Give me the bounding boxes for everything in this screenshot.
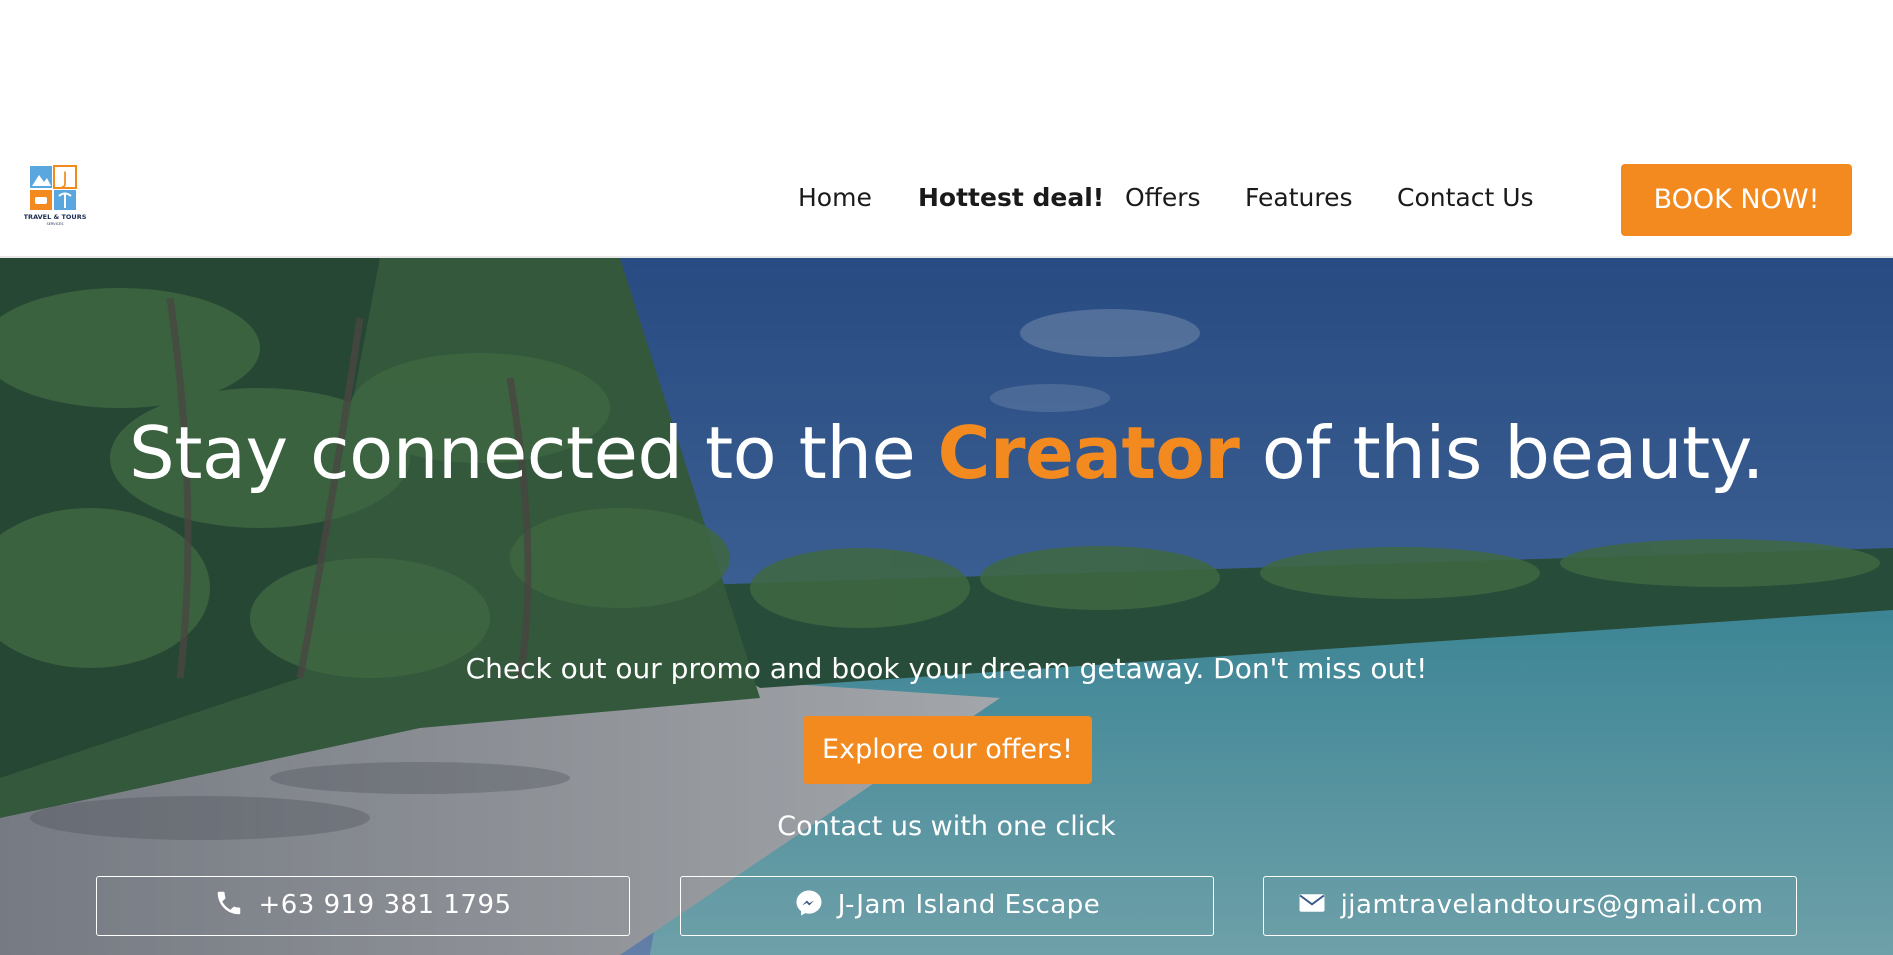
messenger-icon: [796, 890, 822, 915]
contact-prompt: Contact us with one click: [777, 811, 1116, 842]
explore-offers-button[interactable]: Explore our offers!: [803, 716, 1092, 784]
hero-subtext: Check out our promo and book your dream …: [465, 652, 1428, 685]
headline-text-before: Stay connected to the: [129, 411, 938, 495]
email-contact-button[interactable]: jjamtravelandtours@gmail.com: [1263, 876, 1797, 936]
phone-contact-button[interactable]: +63 919 381 1795: [96, 876, 630, 936]
nav-item-home[interactable]: Home: [798, 183, 872, 213]
nav-item-features[interactable]: Features: [1245, 183, 1353, 213]
nav-item-hottest-deal[interactable]: Hottest deal!: [918, 183, 1104, 213]
headline-text-after: of this beauty.: [1239, 411, 1765, 495]
messenger-contact-button[interactable]: J-Jam Island Escape: [680, 876, 1214, 936]
hero-section: Stay connected to the Creator of this be…: [0, 258, 1893, 955]
headline-accent: Creator: [937, 411, 1240, 495]
email-address: jjamtravelandtours@gmail.com: [1340, 890, 1764, 920]
nav-item-offers[interactable]: Offers: [1125, 183, 1201, 213]
site-header: J TRAVEL & TOURS SERVICES Home Hottest d…: [0, 140, 1893, 258]
phone-number: +63 919 381 1795: [258, 890, 512, 920]
hero-overlay: [0, 258, 1893, 955]
book-now-button[interactable]: BOOK NOW!: [1621, 164, 1852, 236]
hero-headline: Stay connected to the Creator of this be…: [0, 408, 1893, 498]
envelope-icon: [1299, 893, 1325, 912]
main-nav: Home Hottest deal! Offers Features Conta…: [0, 140, 1893, 256]
nav-item-contact-us[interactable]: Contact Us: [1397, 183, 1534, 213]
messenger-name: J-Jam Island Escape: [837, 890, 1101, 920]
phone-icon: [218, 891, 241, 914]
top-whitespace: [0, 0, 1893, 140]
